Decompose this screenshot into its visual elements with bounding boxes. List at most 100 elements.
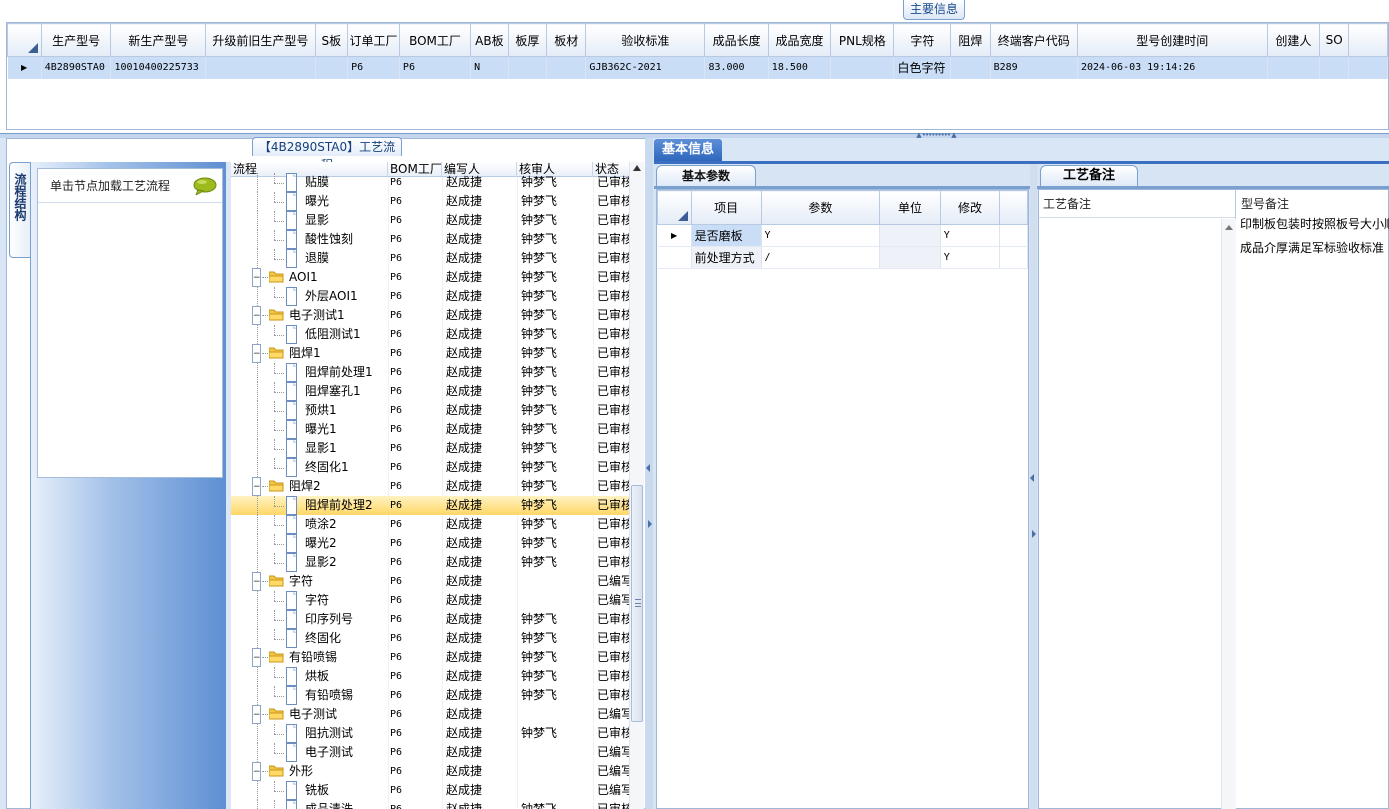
cell-reviewer[interactable]: 钟梦飞 xyxy=(521,686,591,705)
cell-thickness[interactable] xyxy=(508,56,548,79)
cell-status[interactable]: 已编写 xyxy=(597,705,629,724)
cell-status[interactable]: 已审核 xyxy=(597,800,629,809)
cell-bom-factory[interactable]: P6 xyxy=(390,439,440,458)
tree-node[interactable]: 字符 xyxy=(231,591,386,610)
col-header-item[interactable]: 项目 xyxy=(690,190,762,225)
cell-writer[interactable]: 赵成捷 xyxy=(446,363,516,382)
cell-status[interactable]: 已审核 xyxy=(597,648,629,667)
collapse-toggle-icon[interactable]: − xyxy=(252,268,261,287)
cell-status[interactable]: 已审核 xyxy=(597,477,629,496)
collapse-toggle-icon[interactable]: − xyxy=(252,344,261,363)
tree-row[interactable]: 曝光2 P6 赵成捷 钟梦飞 已审核 xyxy=(231,534,629,553)
tree-row[interactable]: − 外形 P6 赵成捷 已编写 xyxy=(231,762,629,781)
col-header-old-model-no[interactable]: 升级前旧生产型号 xyxy=(205,23,316,57)
cell-bom-factory[interactable]: P6 xyxy=(390,363,440,382)
tree-row[interactable]: 贴膜 P6 赵成捷 钟梦飞 已审核 xyxy=(231,173,629,192)
collapse-right-icon[interactable] xyxy=(1032,530,1036,538)
cell-writer[interactable]: 赵成捷 xyxy=(446,173,516,192)
cell-reviewer[interactable]: 钟梦飞 xyxy=(521,477,591,496)
cell-bom-factory[interactable]: P6 xyxy=(390,610,440,629)
cell-reviewer[interactable]: 钟梦飞 xyxy=(521,458,591,477)
cell-legend[interactable]: 白色字符 xyxy=(893,56,952,79)
cell-creator[interactable] xyxy=(1267,56,1320,79)
vertical-splitter-middle[interactable] xyxy=(645,138,653,809)
tree-row[interactable]: 显影2 P6 赵成捷 钟梦飞 已审核 xyxy=(231,553,629,572)
cell-reviewer[interactable]: 钟梦飞 xyxy=(521,382,591,401)
cell-writer[interactable]: 赵成捷 xyxy=(446,705,516,724)
param-unit[interactable] xyxy=(879,246,941,269)
cell-bom-factory[interactable]: P6 xyxy=(390,287,440,306)
cell-status[interactable]: 已审核 xyxy=(597,325,629,344)
col-header-solder-mask[interactable]: 阻焊 xyxy=(950,23,991,57)
cell-writer[interactable]: 赵成捷 xyxy=(446,344,516,363)
cell-old-model-no[interactable] xyxy=(205,56,316,79)
cell-bom-factory[interactable]: P6 xyxy=(390,591,440,610)
params-grid-corner[interactable] xyxy=(657,190,692,225)
cell-bom-factory[interactable]: P6 xyxy=(390,781,440,800)
cell-material[interactable] xyxy=(546,56,587,79)
cell-writer[interactable]: 赵成捷 xyxy=(446,230,516,249)
tree-row[interactable]: 退膜 P6 赵成捷 钟梦飞 已审核 xyxy=(231,249,629,268)
tab-basic-params[interactable]: 基本参数 xyxy=(656,165,756,186)
tree-row[interactable]: 阻焊前处理1 P6 赵成捷 钟梦飞 已审核 xyxy=(231,363,629,382)
model-remark-line[interactable]: 成品介厚满足军标验收标准 xyxy=(1237,236,1389,260)
tree-node[interactable]: 阻焊塞孔1 xyxy=(231,382,386,401)
tree-node[interactable]: 阻焊前处理2 xyxy=(231,496,386,515)
tree-node[interactable]: 终固化 xyxy=(231,629,386,648)
tree-row[interactable]: 低阻测试1 P6 赵成捷 钟梦飞 已审核 xyxy=(231,325,629,344)
cell-writer[interactable]: 赵成捷 xyxy=(446,211,516,230)
cell-reviewer[interactable]: 钟梦飞 xyxy=(521,800,591,809)
tree-node[interactable]: 显影1 xyxy=(231,439,386,458)
tree-row[interactable]: 成品清洗 P6 赵成捷钟梦飞已审核 xyxy=(231,800,629,809)
param-edit[interactable]: Y xyxy=(940,224,1001,247)
cell-writer[interactable]: 赵成捷 xyxy=(446,553,516,572)
param-value[interactable]: Y xyxy=(761,224,881,247)
tree-node[interactable]: 阻焊前处理1 xyxy=(231,363,386,382)
cell-bom-factory[interactable]: P6 xyxy=(390,344,440,363)
cell-status[interactable]: 已审核 xyxy=(597,306,629,325)
cell-status[interactable]: 已审核 xyxy=(597,230,629,249)
cell-reviewer[interactable]: 钟梦飞 xyxy=(521,515,591,534)
cell-writer[interactable]: 赵成捷 xyxy=(446,401,516,420)
cell-status[interactable]: 已审核 xyxy=(597,667,629,686)
cell-status[interactable]: 已审核 xyxy=(597,610,629,629)
cell-bom-factory[interactable]: P6 xyxy=(390,268,440,287)
cell-writer[interactable]: 赵成捷 xyxy=(446,667,516,686)
collapse-toggle-icon[interactable]: − xyxy=(252,572,261,591)
cell-writer[interactable]: 赵成捷 xyxy=(446,743,516,762)
cell-bom-factory[interactable]: P6 xyxy=(390,534,440,553)
cell-reviewer[interactable]: 钟梦飞 xyxy=(521,192,591,211)
cell-reviewer[interactable]: 钟梦飞 xyxy=(521,230,591,249)
col-header-created-time[interactable]: 型号创建时间 xyxy=(1076,23,1268,57)
cell-bom-factory[interactable]: P6 xyxy=(390,230,440,249)
tree-node[interactable]: 预烘1 xyxy=(231,401,386,420)
cell-writer[interactable]: 赵成捷 xyxy=(446,629,516,648)
cell-status[interactable]: 已审核 xyxy=(597,249,629,268)
vertical-splitter-right[interactable] xyxy=(1030,164,1037,809)
cell-writer[interactable]: 赵成捷 xyxy=(446,610,516,629)
tree-node[interactable]: − 电子测试 xyxy=(231,705,386,724)
cell-length[interactable]: 83.000 xyxy=(704,56,769,79)
cell-status[interactable]: 已编写 xyxy=(597,743,629,762)
cell-reviewer[interactable] xyxy=(521,705,591,724)
cell-status[interactable]: 已审核 xyxy=(597,173,629,192)
tree-node[interactable]: 贴膜 xyxy=(231,173,386,192)
cell-writer[interactable]: 赵成捷 xyxy=(446,325,516,344)
tree-node[interactable]: − 电子测试1 xyxy=(231,306,386,325)
col-header-s-board[interactable]: S板 xyxy=(314,23,349,57)
cell-bom-factory[interactable]: P6 xyxy=(390,477,440,496)
cell-bom-factory[interactable]: P6 xyxy=(390,724,440,743)
cell-writer[interactable]: 赵成捷 xyxy=(446,724,516,743)
cell-reviewer[interactable] xyxy=(521,762,591,781)
tab-process-structure[interactable]: 流程结构 xyxy=(9,162,31,258)
col-header-length[interactable]: 成品长度 xyxy=(704,23,769,57)
tree-row[interactable]: − 阻焊2 P6 赵成捷 钟梦飞 已审核 xyxy=(231,477,629,496)
remark-scrollbar[interactable] xyxy=(1221,219,1236,809)
cell-status[interactable]: 已审核 xyxy=(597,363,629,382)
cell-writer[interactable]: 赵成捷 xyxy=(446,686,516,705)
param-edit[interactable]: Y xyxy=(940,246,1001,269)
cell-writer[interactable]: 赵成捷 xyxy=(446,268,516,287)
cell-bom-factory[interactable]: P6 xyxy=(390,211,440,230)
tree-row[interactable]: − 电子测试1 P6 赵成捷 钟梦飞 已审核 xyxy=(231,306,629,325)
table-row[interactable]: 前处理方式 / Y xyxy=(657,246,1028,269)
